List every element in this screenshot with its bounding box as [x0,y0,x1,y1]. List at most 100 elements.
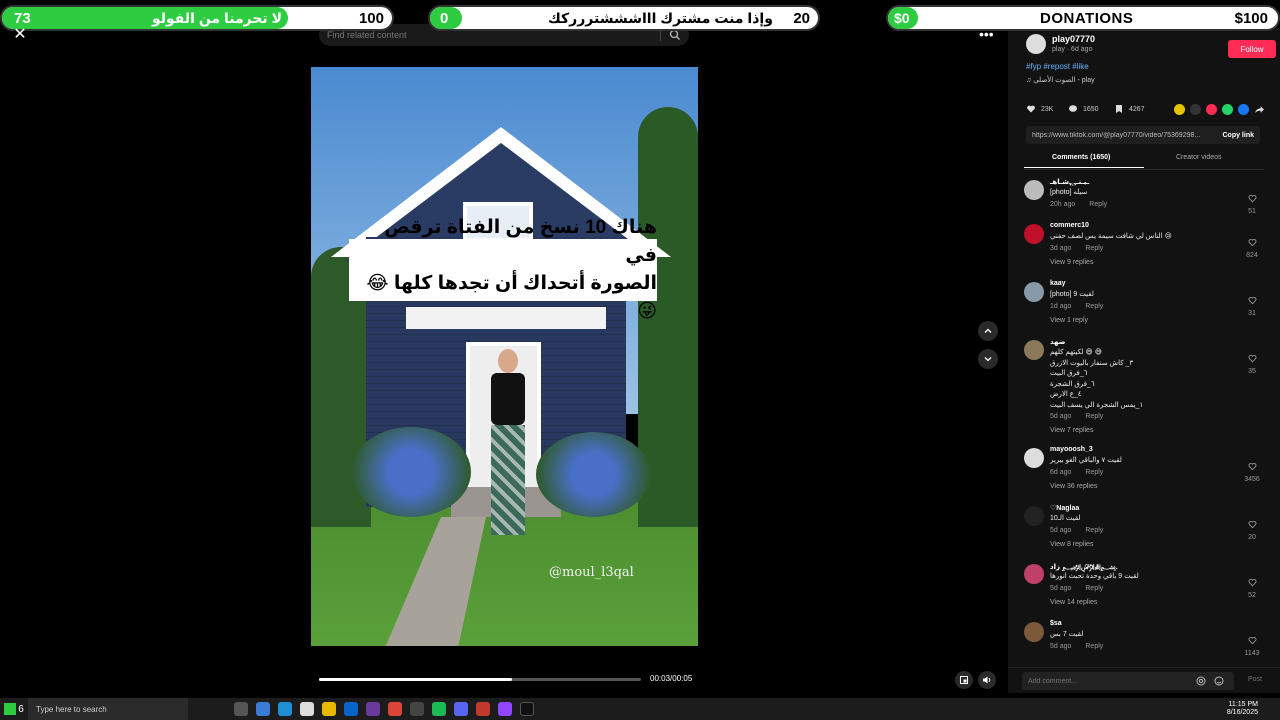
coin-icon[interactable] [1174,104,1185,115]
next-video-button[interactable] [978,349,998,369]
task-view-icon[interactable] [234,702,248,716]
repost-icon[interactable] [1206,104,1217,115]
reply-button[interactable]: Reply [1085,245,1103,252]
comment-text: [photo] سيله [1050,189,1088,196]
author-meta: play · 6d ago [1052,46,1093,53]
close-icon[interactable]: ✕ [11,26,29,44]
comment-like[interactable]: 20 [1242,516,1262,541]
share-arrow-icon[interactable] [1254,104,1265,115]
comment-avatar[interactable] [1024,340,1044,360]
facebook-icon[interactable] [1238,104,1249,115]
start-button[interactable]: 6 [0,698,28,720]
app-icon[interactable] [366,702,380,716]
video-time: 00:03/00:05 [650,674,693,683]
comment-avatar[interactable] [1024,564,1044,584]
comment-username[interactable]: commerc10 [1050,222,1089,229]
view-replies-link[interactable]: View 1 reply [1050,317,1088,324]
twitch-icon[interactable] [498,702,512,716]
comment-meta: 6d ago Reply [1050,469,1103,476]
reply-button[interactable]: Reply [1085,303,1103,310]
comment-like[interactable]: 31 [1242,292,1262,317]
taskbar-search[interactable]: Type here to search [28,698,188,720]
copy-link-button[interactable]: Copy link [1222,132,1254,139]
reply-button[interactable]: Reply [1085,527,1103,534]
copilot-icon[interactable] [256,702,270,716]
view-replies-link[interactable]: View 9 replies [1050,259,1093,266]
post-button[interactable]: Post [1248,676,1262,683]
system-tray-clock[interactable]: 11:15 PM 8/16/2025 [1227,701,1258,717]
comment-username[interactable]: kaay [1050,280,1066,287]
comment-username[interactable]: $sa [1050,620,1062,627]
view-replies-link[interactable]: View 36 replies [1050,483,1097,490]
comment-username[interactable]: ضهد [1050,338,1065,346]
comment-like[interactable]: 35 [1242,350,1262,375]
outlook-icon[interactable] [344,702,358,716]
reply-button[interactable]: Reply [1089,201,1107,208]
video-hashtags[interactable]: #fyp #repost #like [1026,62,1089,71]
follow-button[interactable]: Follow [1228,40,1276,58]
comment-stat[interactable]: 1650 [1068,104,1099,114]
video-progress-bar[interactable] [319,678,641,681]
video-player[interactable]: هناك 10 نسخ من الفتاة ترقص في الصورة أتح… [311,67,698,646]
discord-icon[interactable] [454,702,468,716]
comment-username[interactable]: ♡Naglaa [1050,504,1079,512]
chrome-icon[interactable] [388,702,402,716]
comment-avatar[interactable] [1024,282,1044,302]
view-replies-link[interactable]: View 8 replies [1050,541,1093,548]
edge-icon[interactable] [278,702,292,716]
tab-creator-videos[interactable]: Creator videos [1176,154,1222,161]
heart-outline-icon [1248,195,1256,203]
folder-icon[interactable] [322,702,336,716]
comment-meta: 1d ago Reply [1050,303,1103,310]
mention-icon[interactable] [1196,676,1206,686]
whatsapp-icon[interactable] [1222,104,1233,115]
comment-avatar[interactable] [1024,622,1044,642]
comment-like[interactable]: 52 [1242,574,1262,599]
donations-goal-bar: $0 DONATIONS $100 [886,5,1280,31]
comment-avatar[interactable] [1024,448,1044,468]
comment-like[interactable]: 824 [1242,234,1262,259]
author-avatar[interactable] [1026,34,1046,54]
comment-time: 20h ago [1050,200,1076,208]
store-icon[interactable] [300,702,314,716]
volume-button[interactable] [978,671,996,689]
tab-comments[interactable]: Comments (1650) [1023,154,1145,168]
obs-icon[interactable] [476,702,490,716]
save-stat[interactable]: 4267 [1114,104,1145,114]
comment-like[interactable]: 1143 [1242,632,1262,657]
emoji-icon[interactable] [1214,676,1224,686]
comment-composer: Post [1008,667,1280,693]
comment-like[interactable]: 51 [1242,190,1262,215]
terminal-icon[interactable] [410,702,424,716]
comment-meta: 20h ago Reply [1050,201,1107,208]
like-count: 23K [1041,105,1054,113]
video-link-url[interactable]: https://www.tiktok.com/@play07770/video/… [1032,132,1216,139]
previous-video-button[interactable] [978,321,998,341]
view-replies-link[interactable]: View 14 replies [1050,599,1097,606]
reply-button[interactable]: Reply [1085,469,1103,476]
comment-text: لكيتهم كلهم 😄 😅 ٣_ كاش سنفار باليوت الاز… [1050,349,1144,409]
comment-time: 5d ago [1050,413,1072,420]
comment-avatar[interactable] [1024,224,1044,244]
view-replies-link[interactable]: View 7 replies [1050,427,1093,434]
comment-username[interactable]: ـيـنـﮩ˛ﮩشـاهـ [1050,178,1089,187]
app-logo-icon [4,703,17,715]
spotify-icon[interactable] [432,702,446,716]
picture-in-picture-button[interactable] [955,671,973,689]
comment-avatar[interactable] [1024,506,1044,526]
heart-outline-icon [1248,579,1256,587]
comment-avatar[interactable] [1024,180,1044,200]
reply-button[interactable]: Reply [1085,413,1103,420]
comment-like[interactable]: 3456 [1242,458,1262,483]
engagement-stats: 23K 1650 4267 [1026,104,1266,118]
like-stat[interactable]: 23K [1026,104,1053,114]
tiktok-icon[interactable] [520,702,534,716]
heart-outline-icon [1248,239,1256,247]
video-sound[interactable]: ♫ الصوت الأصلي - play [1026,76,1095,84]
comment-icon [1069,105,1077,112]
chevron-up-icon [984,328,992,333]
reply-button[interactable]: Reply [1085,643,1103,650]
embed-icon[interactable] [1190,104,1201,115]
comment-username[interactable]: mayooosh_3 [1050,446,1093,453]
reply-button[interactable]: Reply [1085,585,1103,592]
